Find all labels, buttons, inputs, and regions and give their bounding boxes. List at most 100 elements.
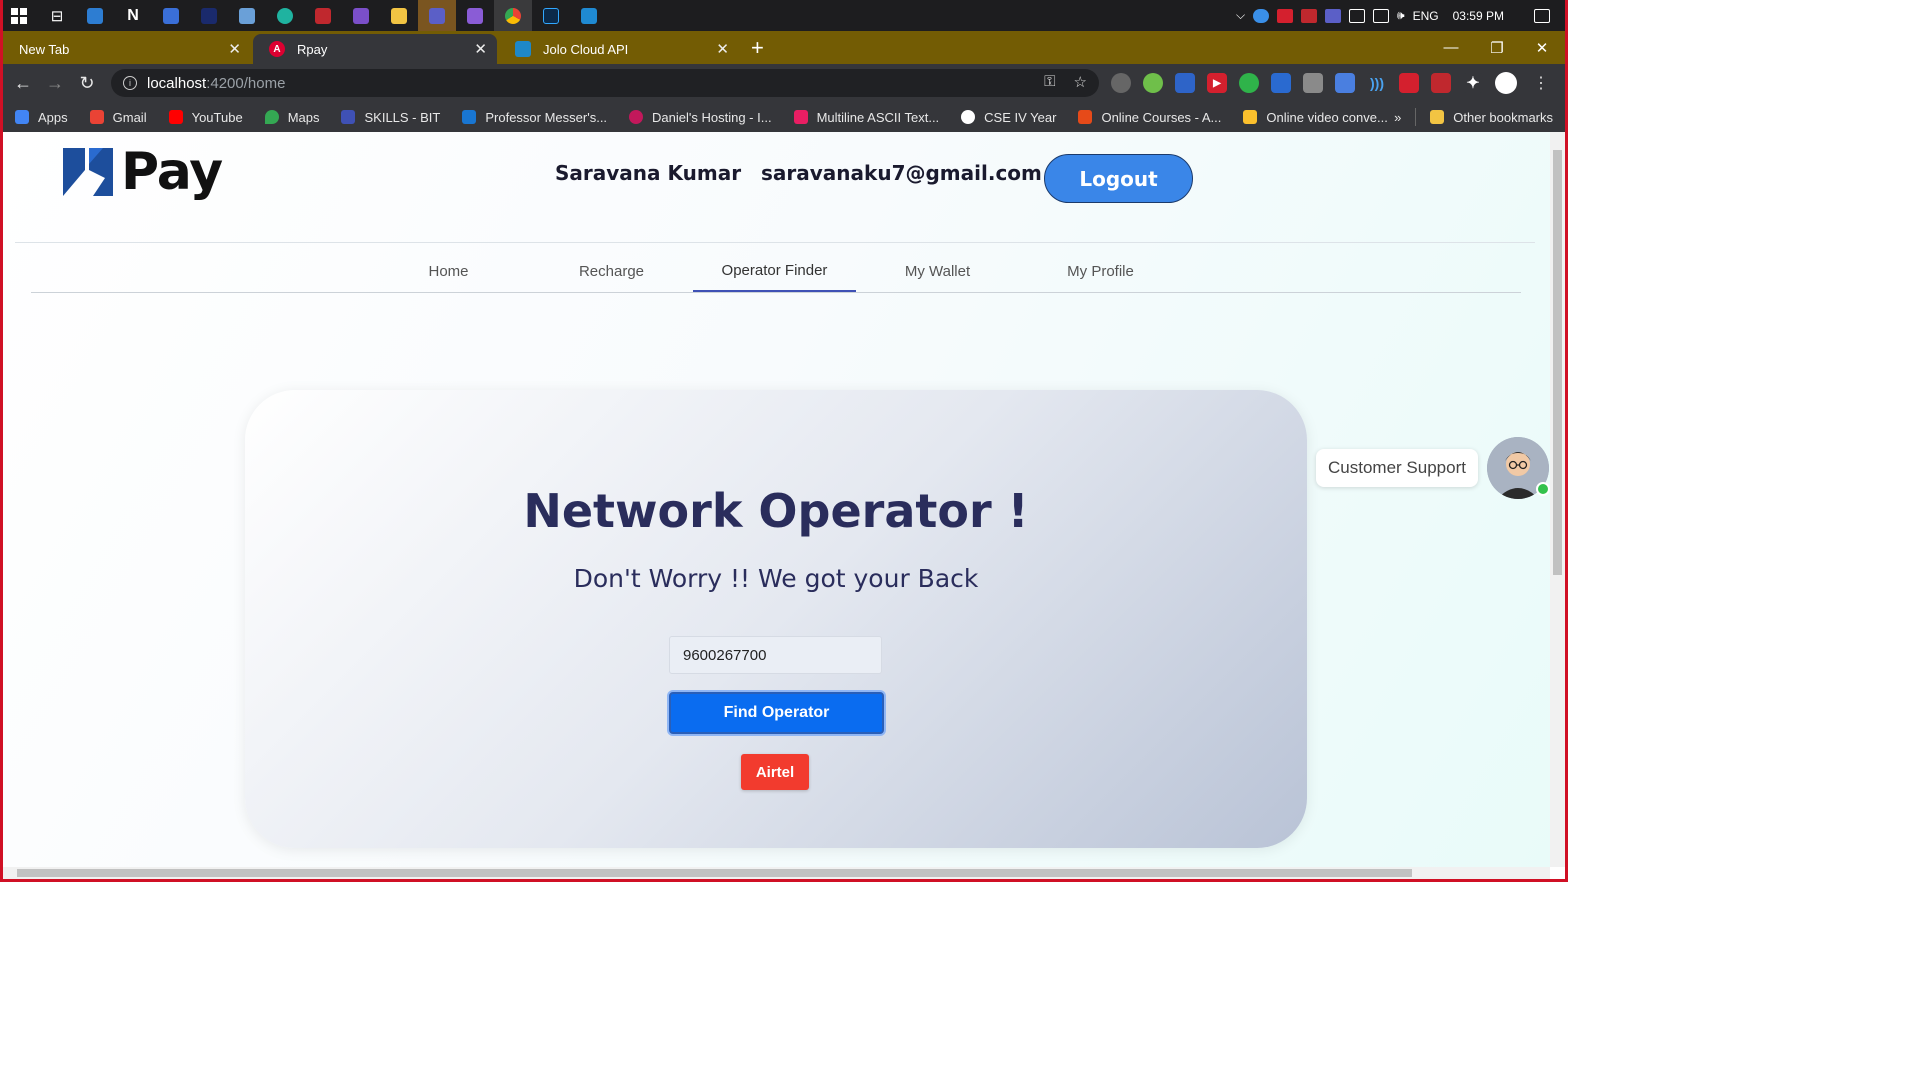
phone-number-input[interactable] [669,636,882,674]
nav-divider [31,292,1521,293]
extension-icon[interactable] [1111,73,1131,93]
find-operator-button[interactable]: Find Operator [669,692,884,734]
new-tab-plus-icon[interactable]: + [751,35,764,61]
bookmark-apps[interactable]: Apps [15,110,68,125]
bookmark-cse-iv-year[interactable]: CSE IV Year [961,110,1056,125]
nav-my-profile[interactable]: My Profile [1019,250,1182,292]
bookmark-star-icon[interactable]: ☆ [1074,73,1087,91]
edge-icon[interactable] [266,0,304,31]
extension-icon[interactable] [1399,73,1419,93]
extension-icon[interactable] [1431,73,1451,93]
extension-icon[interactable]: ))) [1367,73,1387,93]
extension-icon[interactable] [1303,73,1323,93]
main-nav: Home Recharge Operator Finder My Wallet … [367,250,1182,292]
forward-icon[interactable]: → [39,67,71,99]
close-icon[interactable]: ✕ [474,40,487,58]
pinned-app-icon[interactable] [190,0,228,31]
close-icon[interactable]: ✕ [228,40,241,58]
bookmark-maps[interactable]: Maps [264,110,319,125]
bookmarks-bar: Apps Gmail YouTube Maps SKILLS - BIT Pro… [3,102,1565,132]
translate-icon[interactable] [1335,73,1355,93]
bookmark-online-courses[interactable]: Online Courses - A... [1078,110,1221,125]
bookmark-gmail[interactable]: Gmail [89,110,147,125]
rpay-logo-mark-icon [63,148,113,196]
extension-icon[interactable] [1143,73,1163,93]
windows-start-icon[interactable] [0,0,38,31]
teams-icon[interactable] [418,0,456,31]
battery-icon[interactable] [1349,8,1366,23]
photoshop-icon[interactable] [532,0,570,31]
bookmark-skills-bit[interactable]: SKILLS - BIT [341,110,440,125]
photos-icon[interactable] [228,0,266,31]
jolo-favicon-icon [515,41,531,57]
extension-icon[interactable] [1175,73,1195,93]
tab-title: New Tab [19,41,70,57]
nav-recharge[interactable]: Recharge [530,250,693,292]
more-menu-icon[interactable]: ⋮ [1533,73,1549,93]
tray-app-icon[interactable] [1277,8,1294,23]
udemy-icon [1078,110,1093,124]
header-divider [15,242,1535,243]
other-bookmarks[interactable]: Other bookmarks [1430,110,1553,125]
customer-support-label[interactable]: Customer Support [1316,449,1478,487]
vertical-scrollbar[interactable] [1550,132,1565,867]
tab-rpay[interactable]: A Rpay ✕ [253,34,497,64]
tab-jolo-cloud-api[interactable]: Jolo Cloud API ✕ [499,34,739,64]
bookmark-daniels-hosting[interactable]: Daniel's Hosting - I... [629,110,772,125]
google-icon [961,110,976,124]
scroll-thumb[interactable] [1553,150,1562,575]
chevron-up-icon[interactable]: ⌵ [1236,8,1245,23]
address-bar[interactable]: i localhost:4200/home ⚿ ☆ [111,69,1099,97]
visual-studio-icon[interactable] [456,0,494,31]
horizontal-scrollbar[interactable] [3,867,1550,879]
scroll-thumb[interactable] [17,869,1412,877]
nav-my-wallet[interactable]: My Wallet [856,250,1019,292]
tab-new-tab[interactable]: New Tab ✕ [3,34,251,64]
extension-icon[interactable] [1239,73,1259,93]
network-icon[interactable] [1373,8,1390,23]
nav-home[interactable]: Home [367,250,530,292]
calendar-icon [341,110,356,124]
language-indicator[interactable]: ENG [1413,9,1439,23]
logout-button[interactable]: Logout [1044,154,1193,203]
reload-icon[interactable]: ↻ [71,67,103,99]
rpay-logo[interactable]: Pay [63,146,223,198]
bookmark-youtube[interactable]: YouTube [168,110,243,125]
teams-tray-icon[interactable] [1325,8,1342,23]
url-path: :4200/home [206,74,286,92]
restore-icon[interactable]: ❐ [1474,31,1520,64]
raspberry-icon [629,110,644,124]
back-icon[interactable]: ← [7,67,39,99]
profile-avatar[interactable] [1495,72,1517,94]
site-info-icon[interactable]: i [123,76,137,90]
operator-finder-card: Network Operator ! Don't Worry !! We got… [245,390,1307,848]
maps-pin-icon [264,110,279,124]
tray-app-icon[interactable] [1301,8,1318,23]
close-icon[interactable]: ✕ [716,40,729,58]
more-bookmarks-chevron-icon[interactable]: » [1394,110,1401,125]
minimize-icon[interactable]: — [1428,31,1474,64]
pinned-app-icon[interactable] [76,0,114,31]
key-icon[interactable]: ⚿ [1044,73,1055,91]
pinned-app-icon[interactable] [304,0,342,31]
clock[interactable]: 03:59 PM [1453,9,1504,23]
puzzle-icon[interactable]: ✦ [1463,73,1483,93]
file-explorer-icon[interactable] [380,0,418,31]
pinned-app-icon[interactable] [152,0,190,31]
extension-icon[interactable] [1271,73,1291,93]
window-close-icon[interactable]: ✕ [1519,31,1565,64]
notification-icon[interactable] [1534,8,1550,23]
nav-operator-finder[interactable]: Operator Finder [693,250,856,292]
chrome-icon[interactable] [494,0,532,31]
task-view-icon[interactable]: ⊟ [38,0,76,31]
extension-icon[interactable]: ▶ [1207,73,1227,93]
vscode-icon[interactable] [570,0,608,31]
onedrive-icon[interactable] [1253,8,1270,23]
bookmark-professor-messer[interactable]: Professor Messer's... [462,110,607,125]
bookmark-multiline-ascii[interactable]: Multiline ASCII Text... [793,110,939,125]
volume-icon[interactable]: 🕪 [1397,8,1405,23]
extensions-bar: ▶ ))) ✦ ⋮ [1111,72,1549,94]
visual-studio-icon[interactable] [342,0,380,31]
bookmark-online-video-converter[interactable]: Online video conve... [1243,110,1388,125]
notion-icon[interactable]: N [114,0,152,31]
